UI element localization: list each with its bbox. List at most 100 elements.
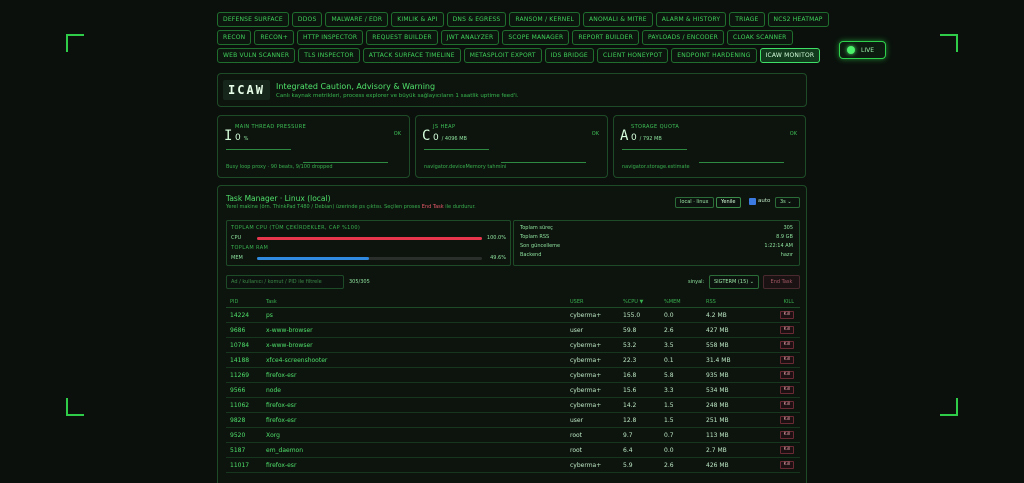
kill-button[interactable]: Kill xyxy=(780,386,794,394)
cpu-bar xyxy=(257,237,482,240)
signal-value: SIGTERM (15) xyxy=(714,279,749,285)
nav-tab[interactable]: ENDPOINT HARDENING xyxy=(671,48,757,63)
table-row[interactable]: 14224 ps cyberma+ 155.0 0.0 4.2 MB Kill xyxy=(226,308,800,323)
nav-tab[interactable]: PAYLOADS / ENCODER xyxy=(642,30,725,45)
task-manager-panel: Task Manager · Linux (local) Yerel makin… xyxy=(217,185,807,483)
nav-tab[interactable]: WEB VULN SCANNER xyxy=(217,48,296,63)
nav-tab[interactable]: ANOMALI & MITRE xyxy=(583,12,653,27)
nav-tab[interactable]: RECON+ xyxy=(254,30,294,45)
kill-button[interactable]: Kill xyxy=(780,446,794,454)
kill-button[interactable]: Kill xyxy=(780,371,794,379)
col-cpu[interactable]: %CPU ▼ xyxy=(623,299,643,305)
table-row[interactable]: 14188 xfce4-screenshooter cyberma+ 22.3 0.1 3… xyxy=(226,353,800,368)
end-task-button[interactable]: End Task xyxy=(763,275,800,289)
ram-bar xyxy=(257,257,482,260)
frame-corner-top-right xyxy=(940,34,958,52)
row-mem: 3.3 xyxy=(664,387,674,394)
row-pid: 11017 xyxy=(230,462,250,469)
gauge-rule xyxy=(699,162,784,163)
nav-tab[interactable]: METASPLOIT EXPORT xyxy=(463,48,542,63)
subtitle-text: Yerel makine (örn. ThinkPad T480 / Debia… xyxy=(226,204,422,210)
nav-tab[interactable]: SCOPE MANAGER xyxy=(502,30,570,45)
row-user: cyberma+ xyxy=(570,312,602,319)
nav-tab[interactable]: RANSOM / KERNEL xyxy=(509,12,580,27)
refresh-button[interactable]: Yenile xyxy=(716,197,741,208)
nav-tab[interactable]: REQUEST BUILDER xyxy=(366,30,438,45)
nav-tab[interactable]: NCS2 HEATMAP xyxy=(767,12,829,27)
nav-tab[interactable]: KIMLIK & API xyxy=(391,12,444,27)
row-mem: 2.6 xyxy=(664,462,674,469)
signal-select[interactable]: SIGTERM (15) ⌄ xyxy=(709,275,759,289)
signal-label: sinyal: xyxy=(688,279,705,285)
kill-button[interactable]: Kill xyxy=(780,416,794,424)
kill-button[interactable]: Kill xyxy=(780,401,794,409)
stat-value: 305 xyxy=(783,225,793,231)
row-user: cyberma+ xyxy=(570,357,602,364)
nav-tab[interactable]: TRIAGE xyxy=(729,12,765,27)
kill-button[interactable]: Kill xyxy=(780,461,794,469)
live-indicator[interactable]: LIVE xyxy=(839,41,886,59)
auto-refresh-checkbox[interactable] xyxy=(749,198,756,205)
table-row[interactable]: 9828 firefox-esr user 12.8 1.5 251 MB Kill xyxy=(226,413,800,428)
table-row[interactable]: 11269 firefox-esr cyberma+ 16.8 5.8 935 MB Kil… xyxy=(226,368,800,383)
nav-tab[interactable]: RECON xyxy=(217,30,252,45)
kill-button[interactable]: Kill xyxy=(780,311,794,319)
gauge-status: OK xyxy=(393,131,401,137)
nav-tab[interactable]: ICAW MONITOR xyxy=(759,48,821,63)
col-pid[interactable]: PID xyxy=(230,299,238,305)
kill-button[interactable]: Kill xyxy=(780,326,794,334)
task-manager-subtitle: Yerel makine (örn. ThinkPad T480 / Debia… xyxy=(226,204,476,210)
nav-tab[interactable]: DEFENSE SURFACE xyxy=(217,12,289,27)
col-mem[interactable]: %MEM xyxy=(664,299,681,305)
gauge-status: OK xyxy=(789,131,797,137)
nav-row: WEB VULN SCANNER TLS INSPECTOR ATTACK SURF… xyxy=(217,48,821,63)
table-row[interactable]: 9520 Xorg root 9.7 0.7 113 MB Kill xyxy=(226,428,800,443)
nav-tab[interactable]: ALARM & HISTORY xyxy=(655,12,727,27)
nav-tab[interactable]: DNS & EGRESS xyxy=(446,12,507,27)
col-task[interactable]: Task xyxy=(266,299,277,305)
table-row[interactable]: 9566 node cyberma+ 15.6 3.3 534 MB Kill xyxy=(226,383,800,398)
row-pid: 11269 xyxy=(230,372,250,379)
row-task: firefox-esr xyxy=(266,372,297,379)
row-task: firefox-esr xyxy=(266,402,297,409)
interval-select[interactable]: 3s ⌄ xyxy=(775,197,800,208)
gauge-unit: % xyxy=(243,136,249,142)
table-row[interactable]: 5187 em_daemon root 6.4 0.0 2.7 MB Kill xyxy=(226,443,800,458)
nav-tab[interactable]: TLS INSPECTOR xyxy=(298,48,360,63)
table-row[interactable]: 11062 firefox-esr cyberma+ 14.2 1.5 248 MB Kil… xyxy=(226,398,800,413)
ram-label: MEM xyxy=(231,255,243,261)
kill-button[interactable]: Kill xyxy=(780,341,794,349)
nav-tab[interactable]: CLOAK SCANNER xyxy=(727,30,793,45)
row-rss: 251 MB xyxy=(706,417,729,424)
row-task: xfce4-screenshooter xyxy=(266,357,328,364)
row-cpu: 9.7 xyxy=(623,432,633,439)
stat-row: Toplam RSS 8.9 GB xyxy=(520,234,793,242)
col-user[interactable]: USER xyxy=(570,299,583,305)
nav-tab[interactable]: REPORT BUILDER xyxy=(572,30,639,45)
cpu-percent: 100.0% xyxy=(486,235,506,241)
row-user: root xyxy=(570,447,583,454)
table-row[interactable]: 9686 x-www-browser user 59.8 2.6 427 MB Kill xyxy=(226,323,800,338)
gauge-letter: C xyxy=(422,128,431,144)
kill-button[interactable]: Kill xyxy=(780,356,794,364)
nav-tab[interactable]: JWT ANALYZER xyxy=(440,30,500,45)
filter-input[interactable]: Ad / kullanıcı / komut / PID ile filtrel… xyxy=(226,275,344,289)
nav-tab[interactable]: IDS BRIDGE xyxy=(544,48,594,63)
kill-button[interactable]: Kill xyxy=(780,431,794,439)
col-rss[interactable]: RSS xyxy=(706,299,716,305)
nav-tab[interactable]: ATTACK SURFACE TIMELINE xyxy=(362,48,461,63)
stat-label: Toplam süreç xyxy=(520,225,553,231)
table-row[interactable]: 11017 firefox-esr cyberma+ 5.9 2.6 426 MB Kill xyxy=(226,458,800,473)
nav-tab[interactable]: DDOS xyxy=(291,12,323,27)
frame-corner-bottom-left xyxy=(66,398,84,416)
table-header: PID Task USER %CPU ▼ %MEM RSS KILL xyxy=(226,295,800,308)
row-mem: 0.0 xyxy=(664,312,674,319)
table-row[interactable]: 10784 x-www-browser cyberma+ 53.2 3.5 558 MB K… xyxy=(226,338,800,353)
row-mem: 1.5 xyxy=(664,417,674,424)
row-cpu: 155.0 xyxy=(623,312,641,319)
nav-tab[interactable]: MALWARE / EDR xyxy=(325,12,389,27)
row-pid: 9520 xyxy=(230,432,246,439)
nav-tab[interactable]: HTTP INSPECTOR xyxy=(296,30,364,45)
nav-tab[interactable]: CLIENT HONEYPOT xyxy=(596,48,669,63)
source-chip[interactable]: local · linux xyxy=(675,197,714,208)
